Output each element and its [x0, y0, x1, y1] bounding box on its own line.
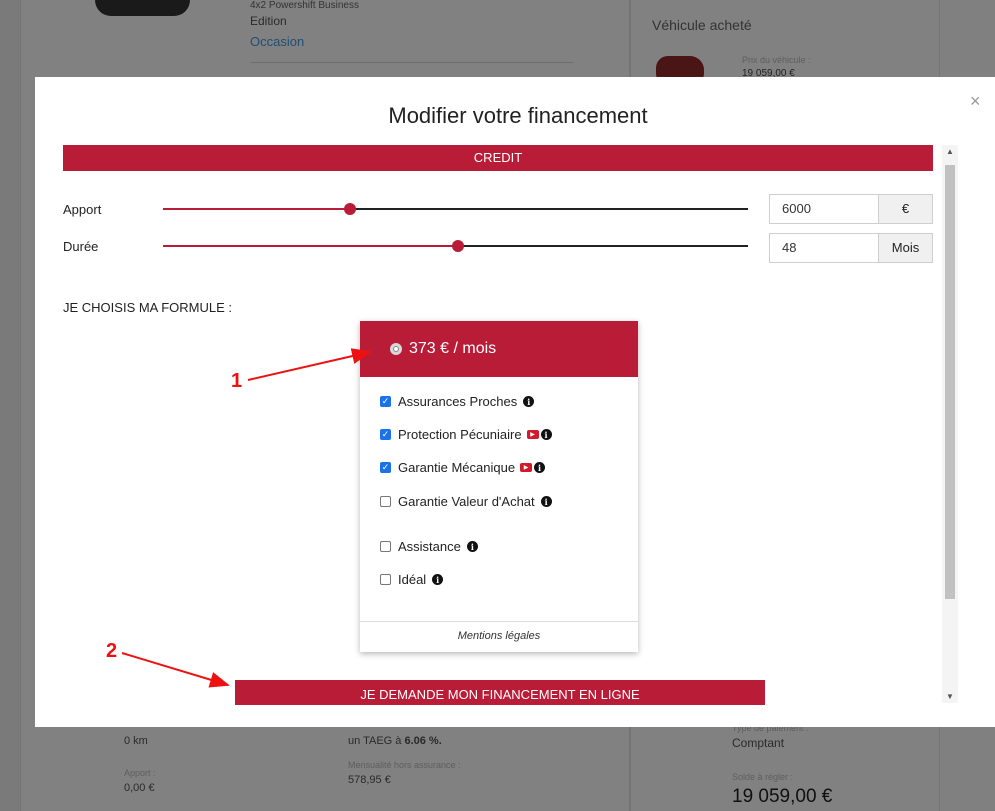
car-edition: Edition	[250, 14, 287, 28]
option-label: Idéal	[398, 572, 427, 587]
car-image	[95, 0, 190, 16]
option-row[interactable]: ✓ Assurances Proches i	[380, 394, 535, 409]
price-label: Prix du véhicule :	[742, 55, 811, 65]
option-checkbox[interactable]	[380, 541, 391, 552]
option-label: Garantie Mécanique	[398, 460, 516, 475]
balance-value: 19 059,00 €	[732, 786, 833, 807]
option-checkbox[interactable]	[380, 574, 391, 585]
duree-input[interactable]: 48	[769, 233, 879, 263]
apport-label: Apport	[63, 202, 102, 217]
monthly-label: Mensualité hors assurance :	[348, 760, 461, 770]
vehicle-purchased-heading: Véhicule acheté	[652, 17, 752, 33]
close-icon[interactable]: ×	[970, 91, 981, 112]
legal-mentions-link[interactable]: Mentions légales	[360, 621, 638, 642]
scroll-down-arrow-icon[interactable]: ▼	[946, 692, 954, 701]
modal-title: Modifier votre financement	[388, 103, 648, 128]
offer-card: 373 € / mois ✓ Assurances Proches i ✓ Protec…	[360, 321, 638, 652]
apport-input[interactable]: 6000	[769, 194, 879, 224]
car-title: 4x2 Powershift Business	[250, 0, 359, 11]
credit-section-header: CREDIT	[63, 145, 933, 171]
option-checkbox[interactable]: ✓	[380, 396, 391, 407]
info-icon[interactable]: i	[523, 396, 535, 407]
car-condition-link[interactable]: Occasion	[250, 34, 304, 49]
offer-header[interactable]: 373 € / mois	[360, 321, 638, 377]
offer-radio[interactable]	[390, 343, 402, 355]
apport-slider-thumb[interactable]	[344, 203, 357, 215]
duree-unit: Mois	[878, 233, 933, 263]
modal-scrollbar[interactable]: ▲ ▼	[942, 145, 958, 703]
info-icon[interactable]: i	[540, 496, 552, 507]
duree-slider-thumb[interactable]	[452, 240, 465, 252]
modal-content: CREDIT Apport 6000 € Durée 48 Mois JE CH…	[63, 145, 933, 705]
apport-unit: €	[878, 194, 933, 224]
offer-price: 373 € / mois	[409, 340, 497, 357]
info-icon[interactable]: i	[466, 541, 478, 552]
option-label: Garantie Valeur d'Achat	[398, 494, 535, 509]
formule-heading: JE CHOISIS MA FORMULE :	[63, 300, 233, 315]
mileage: 0 km	[124, 735, 148, 747]
option-checkbox[interactable]	[380, 496, 391, 507]
duree-slider[interactable]	[163, 238, 748, 254]
option-label: Protection Pécuniaire	[398, 427, 522, 442]
info-icon[interactable]: i	[534, 462, 546, 473]
option-label: Assistance	[398, 539, 461, 554]
scroll-thumb[interactable]	[945, 165, 955, 599]
annotation-number-1: 1	[231, 370, 243, 392]
option-checkbox[interactable]: ✓	[380, 429, 391, 440]
option-row[interactable]: ✓ Protection Pécuniaire ▶ i	[380, 427, 552, 442]
apport-slider[interactable]	[163, 201, 748, 217]
apport-label: Apport :	[124, 768, 156, 778]
option-label: Assurances Proches	[398, 394, 518, 409]
info-icon[interactable]: i	[432, 574, 444, 585]
apport-value: 0,00 €	[124, 782, 155, 794]
taeg-text: un TAEG à 6.06 %.	[348, 735, 442, 747]
video-icon[interactable]: ▶	[520, 463, 533, 472]
annotation-number-2: 2	[106, 640, 118, 662]
video-icon[interactable]: ▶	[526, 430, 539, 439]
monthly-value: 578,95 €	[348, 774, 391, 786]
financing-modal: Modifier votre financement × CREDIT Appo…	[35, 77, 995, 727]
divider	[250, 62, 574, 63]
option-row[interactable]: Idéal i	[380, 572, 444, 587]
request-financing-button[interactable]: JE DEMANDE MON FINANCEMENT EN LIGNE	[235, 680, 765, 705]
option-row[interactable]: Garantie Valeur d'Achat i	[380, 494, 552, 509]
balance-label: Solde à régler :	[732, 772, 794, 782]
payment-type-value: Comptant	[732, 736, 785, 750]
option-checkbox[interactable]: ✓	[380, 462, 391, 473]
apport-slider-fill	[163, 208, 351, 210]
info-icon[interactable]: i	[540, 429, 552, 440]
option-row[interactable]: Assistance i	[380, 539, 478, 554]
duree-slider-fill	[163, 245, 459, 247]
scroll-up-arrow-icon[interactable]: ▲	[946, 147, 954, 156]
option-row[interactable]: ✓ Garantie Mécanique ▶ i	[380, 460, 546, 475]
duree-label: Durée	[63, 239, 99, 254]
background-left-strip	[0, 0, 20, 811]
